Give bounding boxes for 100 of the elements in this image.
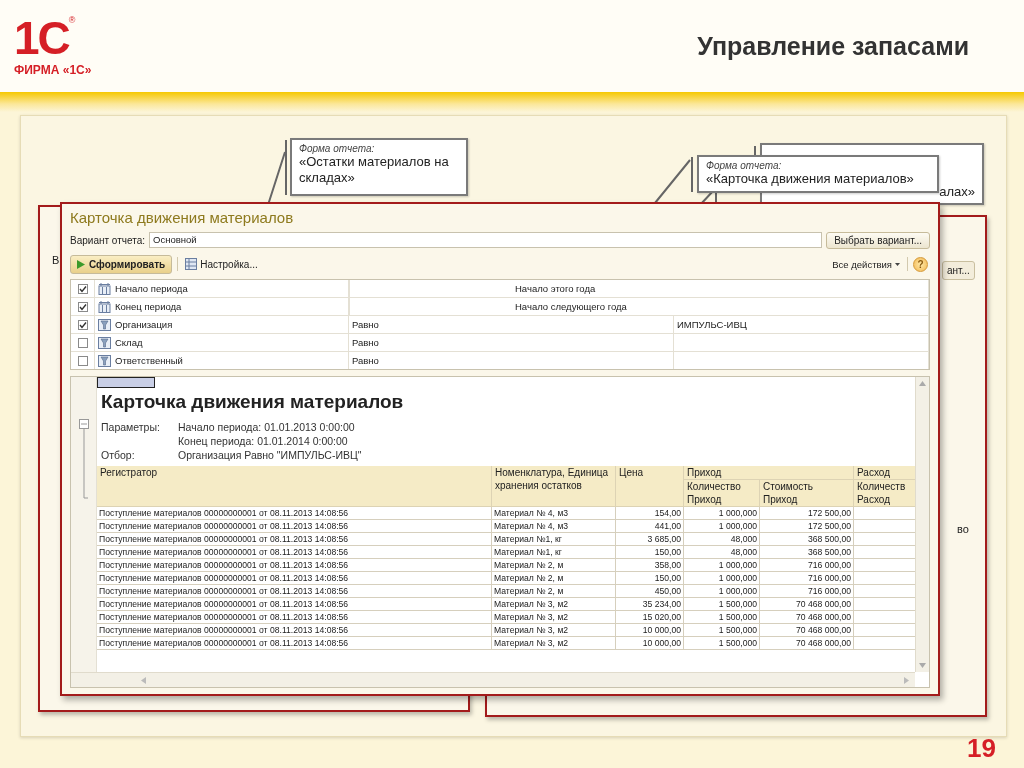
field-label: Вариант отчета: [70, 234, 145, 246]
table-cell: 10 000,00 [616, 624, 684, 637]
callout-text: «Карточка движения материалов» [706, 171, 915, 187]
checkbox[interactable] [77, 319, 88, 330]
filter-name: Организация [115, 319, 173, 330]
choose-variant-button[interactable]: ант... [942, 261, 975, 280]
table-cell: 70 468 000,00 [760, 624, 854, 637]
registered-mark: ® [68, 15, 76, 25]
column-header: Цена [616, 466, 684, 507]
column-header: Количеств Расход [854, 480, 915, 507]
settings-button[interactable]: Настройка... [183, 258, 260, 270]
caret-icon [895, 262, 900, 266]
table-cell: Материал №1, кг [492, 546, 616, 559]
param-value: Организация Равно "ИМПУЛЬС-ИВЦ" [178, 448, 363, 462]
filter-value: ИМПУЛЬС-ИВЦ [677, 319, 747, 330]
table-cell: Поступление материалов 00000000001 от 08.11.2013 14:08:56 [97, 572, 492, 585]
table-cell: Поступление материалов 00000000001 от 08.11.2013 14:08:56 [97, 637, 492, 650]
table-cell: Материал № 3, м2 [492, 637, 616, 650]
callout-text: алах» [939, 184, 975, 199]
scrollbar[interactable] [71, 672, 915, 687]
table-cell: во [957, 523, 969, 535]
table-cell: 368 500,00 [760, 533, 854, 546]
table-cell: Поступление материалов 00000000001 от 08.11.2013 14:08:56 [97, 559, 492, 572]
table-cell: Материал № 2, м [492, 572, 616, 585]
down-arrow-icon[interactable] [919, 663, 926, 668]
column-header: Количество Приход [684, 480, 760, 507]
choose-variant-button[interactable]: Выбрать вариант... [826, 231, 930, 249]
column-group-header: Приход [684, 466, 854, 480]
table-cell: 1 500,000 [684, 637, 760, 650]
param-label: Параметры: [101, 420, 161, 434]
filter-name: Конец периода [115, 301, 182, 312]
table-cell: Материал № 2, м [492, 585, 616, 598]
filter-icon [98, 354, 111, 367]
table-cell: 716 000,00 [760, 559, 854, 572]
cell-marker [97, 377, 155, 388]
table-cell: 450,00 [616, 585, 684, 598]
table-cell: Поступление материалов 00000000001 от 08.11.2013 14:08:56 [97, 546, 492, 559]
table-cell: 15 020,00 [616, 611, 684, 624]
left-arrow-icon[interactable] [141, 676, 146, 684]
filter-value: Начало следующего года [515, 301, 627, 312]
table-cell: 1 000,000 [684, 572, 760, 585]
slide-title: Управление запасами [697, 31, 969, 61]
window-title: Карточка движения материалов [70, 208, 295, 228]
table-cell: Поступление материалов 00000000001 от 08.11.2013 14:08:56 [97, 520, 492, 533]
period-icon [98, 300, 111, 313]
callout-caption: Форма отчета: [706, 160, 783, 171]
report-title: Карточка движения материалов [101, 390, 405, 414]
logo-caption: ФИРМА «1С» [14, 63, 92, 77]
table-cell: 1 000,000 [684, 507, 760, 520]
table-cell: Материал № 3, м2 [492, 611, 616, 624]
column-group-header: Расход [854, 466, 915, 480]
table-cell: 1 000,000 [684, 585, 760, 598]
table-cell: 1 500,000 [684, 598, 760, 611]
table-cell: Поступление материалов 00000000001 от 08.11.2013 14:08:56 [97, 624, 492, 637]
callout-text: «Остатки материалов на складах» [299, 154, 450, 186]
table-cell: Поступление материалов 00000000001 от 08.11.2013 14:08:56 [97, 507, 492, 520]
table-cell: 1 500,000 [684, 624, 760, 637]
table-cell: 35 234,00 [616, 598, 684, 611]
filter-condition: Равно [352, 355, 379, 366]
table-cell: 70 468 000,00 [760, 611, 854, 624]
help-button[interactable]: ? [913, 256, 928, 272]
table-cell: 1 000,000 [684, 559, 760, 572]
checkbox[interactable] [77, 301, 88, 312]
up-arrow-icon[interactable] [919, 381, 926, 386]
column-header: Номенклатура, Единица хранения остатков [492, 466, 616, 507]
right-arrow-icon[interactable] [904, 676, 909, 684]
table-cell: 172 500,00 [760, 507, 854, 520]
param-value: Конец периода: 01.01.2014 0:00:00 [178, 434, 349, 448]
table-cell: 3 685,00 [616, 533, 684, 546]
table-cell: 1 000,000 [684, 520, 760, 533]
table-cell: 70 468 000,00 [760, 637, 854, 650]
scrollbar[interactable] [915, 377, 929, 672]
table-cell: Поступление материалов 00000000001 от 08.11.2013 14:08:56 [97, 533, 492, 546]
filter-name: Склад [115, 337, 143, 348]
collapse-icon[interactable] [78, 419, 89, 499]
filter-value: Начало этого года [515, 283, 596, 294]
table-cell: Материал № 4, м3 [492, 507, 616, 520]
param-value: Начало периода: 01.01.2013 0:00:00 [178, 420, 356, 434]
table-cell: Поступление материалов 00000000001 от 08.11.2013 14:08:56 [97, 585, 492, 598]
filter-icon [98, 336, 111, 349]
checkbox[interactable] [77, 355, 88, 366]
generate-button[interactable]: Сформировать [70, 254, 173, 274]
table-cell: 70 468 000,00 [760, 598, 854, 611]
table-cell: 10 000,00 [616, 637, 684, 650]
table-cell: Материал № 3, м2 [492, 624, 616, 637]
logo-mark: 1С [14, 15, 69, 61]
column-header: Стоимость Приход [760, 480, 854, 507]
variant-field[interactable]: Основной [149, 232, 823, 248]
table-cell: 716 000,00 [760, 585, 854, 598]
filter-condition: Равно [352, 319, 379, 330]
checkbox[interactable] [77, 283, 88, 294]
all-actions-button[interactable]: Все действия [830, 258, 902, 270]
table-cell: 716 000,00 [760, 572, 854, 585]
table-cell: 150,00 [616, 572, 684, 585]
page-number: 19 [967, 733, 996, 764]
filter-name: Начало периода [115, 283, 188, 294]
column-header: Регистратор [97, 466, 492, 507]
callout-caption: Форма отчета: [299, 143, 376, 154]
checkbox[interactable] [77, 337, 88, 348]
table-cell: Материал № 4, м3 [492, 520, 616, 533]
